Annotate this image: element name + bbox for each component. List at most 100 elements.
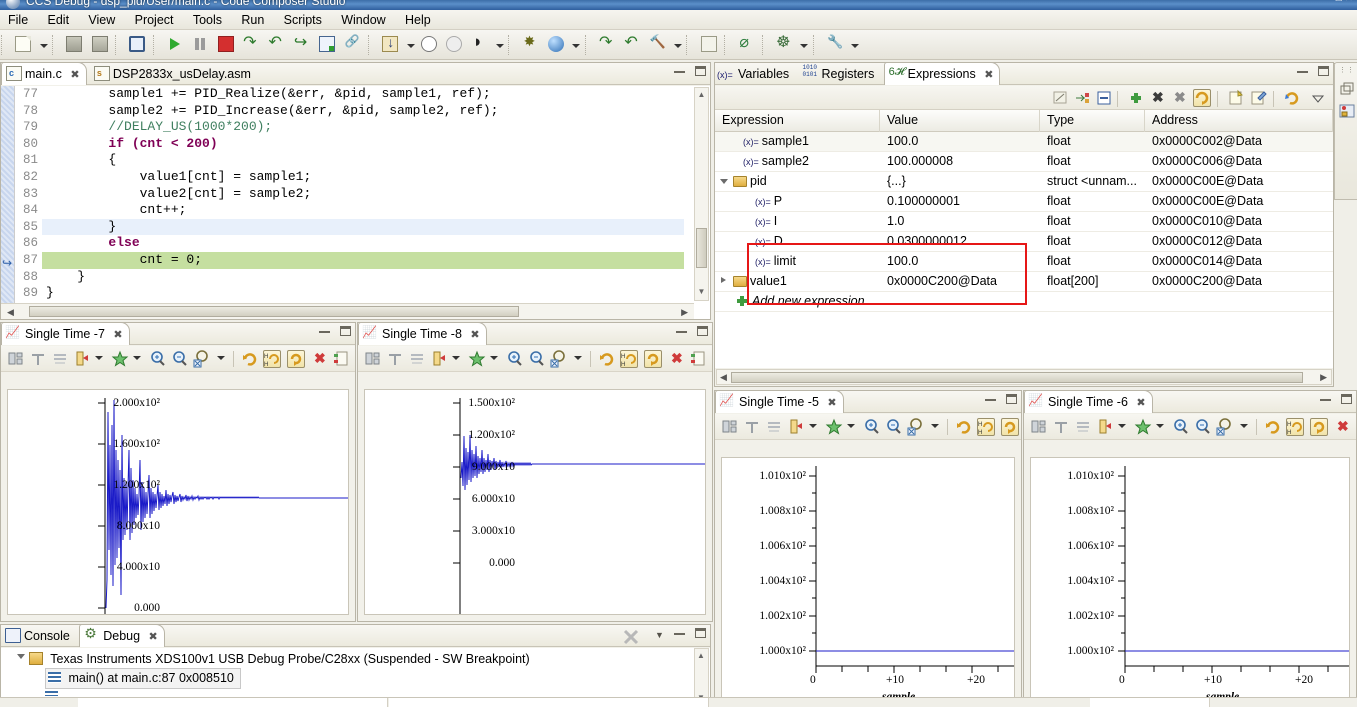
wrench-dropdown-icon[interactable]	[849, 33, 860, 57]
align-center-icon[interactable]	[386, 350, 404, 368]
minimize-icon[interactable]	[318, 323, 330, 333]
zoom-in-icon[interactable]	[506, 350, 524, 368]
add-expression-icon[interactable]	[1127, 89, 1145, 107]
tab-variables[interactable]: Variables	[715, 63, 795, 85]
scroll-right-icon[interactable]: ▶	[681, 307, 688, 318]
table-row[interactable]: pid {...} struct <unnam... 0x0000C00E@Da…	[715, 172, 1333, 192]
scrollbar-thumb[interactable]	[731, 372, 1303, 383]
load-program-dropdown-icon[interactable]	[405, 33, 415, 57]
minimize-icon[interactable]	[673, 625, 685, 635]
measurement-dropdown-icon[interactable]	[452, 356, 460, 360]
graph-8-plot-area[interactable]: 1.500x10² 1.200x10² 9.000x10 6.000x10 3.…	[364, 389, 706, 615]
watch-refresh-toggle-icon[interactable]	[1193, 89, 1211, 107]
edit-watchpoint-icon[interactable]	[1249, 89, 1267, 107]
open-console-icon[interactable]	[126, 33, 148, 57]
scroll-left-icon[interactable]: ◀	[720, 372, 727, 383]
refresh-graph-icon[interactable]	[955, 418, 973, 436]
zoom-out-icon[interactable]	[171, 350, 189, 368]
graph-properties-icon[interactable]	[364, 350, 382, 368]
load-program-icon[interactable]	[379, 33, 401, 57]
wrench-icon[interactable]	[824, 33, 846, 57]
zoom-dropdown-icon[interactable]	[217, 356, 225, 360]
step-down-icon[interactable]	[596, 32, 618, 57]
zoom-in-icon[interactable]	[1172, 418, 1190, 436]
expressions-horizontal-scrollbar[interactable]: ◀ ▶	[716, 369, 1332, 385]
refresh-graph-icon[interactable]	[1264, 418, 1282, 436]
menu-item-edit[interactable]: Edit	[40, 10, 78, 30]
build-hammer-icon[interactable]	[647, 33, 669, 57]
run-to-line-icon[interactable]	[520, 33, 542, 57]
tab-single-time-5[interactable]: Single Time -5 ✖	[715, 390, 844, 413]
tab-single-time-8[interactable]: Single Time -8 ✖	[358, 322, 487, 345]
resume-icon[interactable]	[164, 33, 186, 57]
graph-6-plot-area[interactable]: 1.010x10² 1.008x10² 1.006x10² 1.004x10² …	[1030, 457, 1350, 700]
minimize-icon[interactable]	[675, 323, 687, 333]
maximize-icon[interactable]	[695, 66, 706, 76]
show-type-names-icon[interactable]	[1073, 89, 1091, 107]
tab-single-time-7[interactable]: Single Time -7 ✖	[1, 322, 130, 345]
zoom-in-icon[interactable]	[863, 418, 881, 436]
tree-node-debug-probe[interactable]: Texas Instruments XDS100v1 USB Debug Pro…	[1, 648, 710, 668]
save-all-icon[interactable]	[89, 33, 111, 57]
scroll-down-icon[interactable]: ▼	[696, 287, 707, 298]
refresh-graph-icon[interactable]	[241, 350, 259, 368]
fit-width-icon[interactable]	[408, 350, 426, 368]
scrollbar-thumb[interactable]	[29, 306, 519, 317]
scroll-up-icon[interactable]: ▲	[697, 651, 705, 660]
delete-graph-icon[interactable]: ✖	[311, 350, 329, 368]
column-header-address[interactable]: Address	[1145, 110, 1333, 132]
graph-5-plot-area[interactable]: 1.010x10² 1.008x10² 1.006x10² 1.004x10² …	[721, 457, 1015, 700]
graph-8-view-buttons[interactable]	[669, 326, 708, 339]
memory-browser-icon[interactable]	[1339, 103, 1355, 119]
save-icon[interactable]	[63, 33, 85, 57]
close-icon[interactable]: ✖	[149, 631, 158, 643]
column-header-expression[interactable]: Expression	[715, 110, 880, 132]
step-up-icon[interactable]	[621, 32, 643, 57]
table-row[interactable]: (x)= sample1 100.0 float 0x0000C002@Data	[715, 132, 1333, 152]
profile-clock-icon[interactable]	[418, 33, 440, 57]
tab-expressions[interactable]: Expressions ✖	[883, 62, 1001, 85]
minimize-icon[interactable]	[1319, 391, 1331, 401]
fit-width-icon[interactable]	[765, 418, 783, 436]
add-reference-icon[interactable]	[825, 418, 843, 436]
menu-item-project[interactable]: Project	[127, 10, 182, 30]
paint-icon[interactable]	[469, 32, 491, 57]
globe-dropdown-icon[interactable]	[570, 33, 581, 57]
graph-6-view-buttons[interactable]	[1313, 394, 1352, 407]
measurement-ruler-icon[interactable]	[430, 350, 448, 368]
restart-icon[interactable]	[316, 33, 338, 57]
continuous-refresh-h-icon[interactable]: HH	[1286, 418, 1304, 436]
add-reference-icon[interactable]	[1134, 418, 1152, 436]
zoom-out-icon[interactable]	[1194, 418, 1212, 436]
menu-item-view[interactable]: View	[80, 10, 123, 30]
new-file-dropdown-icon[interactable]	[38, 33, 48, 57]
expand-toggle-icon[interactable]	[17, 654, 25, 659]
zoom-reset-icon[interactable]	[193, 350, 211, 368]
no-entry-icon[interactable]	[735, 32, 757, 57]
editor-tab-usdelay-asm[interactable]: DSP2833x_usDelay.asm	[90, 63, 257, 85]
cast-to-type-icon[interactable]	[1051, 89, 1069, 107]
build-dropdown-icon[interactable]	[672, 33, 682, 57]
refresh-graph-icon[interactable]	[598, 350, 616, 368]
paint-dropdown-icon[interactable]	[494, 33, 504, 57]
column-header-type[interactable]: Type	[1040, 110, 1145, 132]
menu-item-tools[interactable]: Tools	[185, 10, 230, 30]
collapse-all-icon[interactable]	[1095, 89, 1113, 107]
window-controls[interactable]: – □ ✕	[1327, 0, 1353, 4]
editor-vertical-scrollbar[interactable]: ▲ ▼	[694, 87, 709, 301]
align-center-icon[interactable]	[29, 350, 47, 368]
close-icon[interactable]: ✖	[1136, 397, 1145, 409]
link-icon[interactable]	[342, 33, 364, 57]
table-row[interactable]: (x)= D 0.0300000012 float 0x0000C012@Data	[715, 232, 1333, 252]
fit-width-icon[interactable]	[51, 350, 69, 368]
close-icon[interactable]: ✖	[827, 397, 836, 409]
suspend-icon[interactable]	[189, 33, 211, 57]
export-data-icon[interactable]	[690, 350, 708, 368]
maximize-icon[interactable]	[340, 326, 351, 336]
graph-properties-icon[interactable]	[7, 350, 25, 368]
measurement-ruler-icon[interactable]	[1096, 418, 1114, 436]
new-watchpoint-icon[interactable]	[1227, 89, 1245, 107]
scroll-left-icon[interactable]: ◀	[7, 307, 14, 318]
view-menu-icon[interactable]: ▼	[655, 630, 664, 640]
scroll-up-icon[interactable]: ▲	[696, 90, 707, 101]
